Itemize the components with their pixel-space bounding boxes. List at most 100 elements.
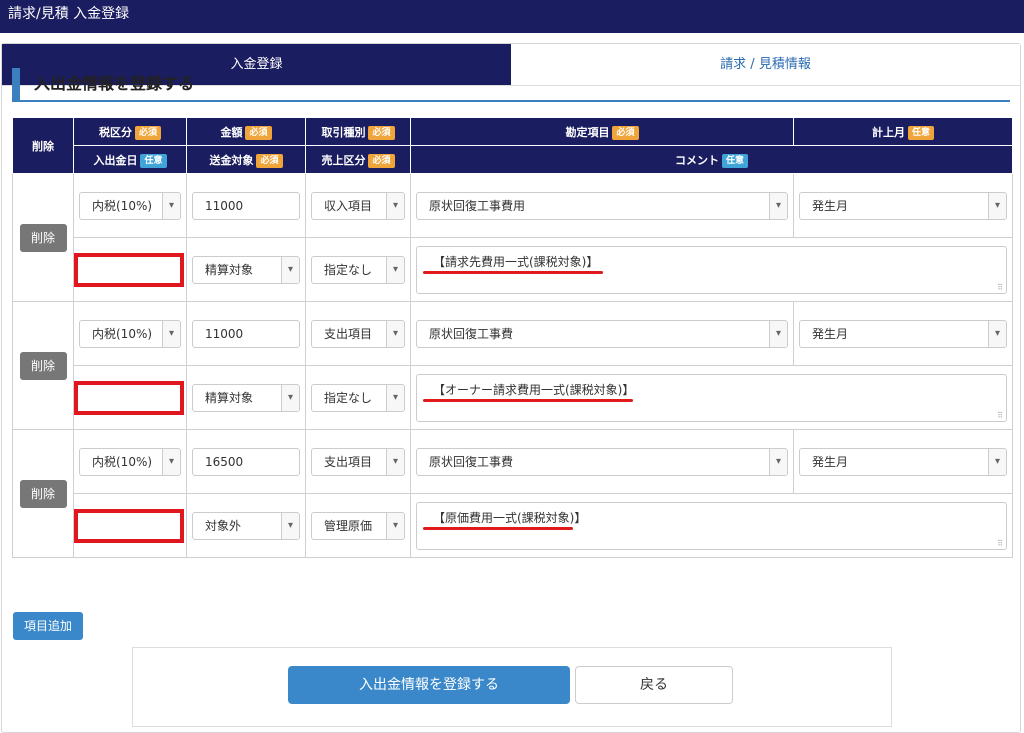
sales-class-value: 管理原価 [324,518,373,533]
transfer-select[interactable]: 対象外 ▾ [192,511,300,540]
resize-grip-icon[interactable]: ⠿ [997,283,1003,292]
account-select[interactable]: 原状回復工事費 ▾ [416,319,788,348]
trade-type-cell: 収入項目 ▾ [305,173,411,238]
account-select[interactable]: 原状回復工事費 ▾ [416,447,788,476]
required-badge: 必須 [612,125,639,140]
page-header: 請求/見積 入金登録 [0,0,1024,33]
sales-class-value: 指定なし [324,390,373,405]
comment-text: 【原価費用一式(課税対象)】 [433,510,587,525]
date-cell [73,493,187,558]
tax-select[interactable]: 内税(10%) ▾ [79,319,181,348]
resize-grip-icon[interactable]: ⠿ [997,411,1003,420]
required-badge: 必須 [368,125,395,140]
tax-select[interactable]: 内税(10%) ▾ [79,191,181,220]
sales-class-select[interactable]: 指定なし ▾ [311,255,405,284]
sales-class-cell: 管理原価 ▾ [305,493,411,558]
table-row: 精算対象 ▾ 指定なし ▾ 【請求先費用一式(課税対象)】 ⠿ [13,237,1013,302]
page-title: 請求/見積 入金登録 [8,6,130,22]
sales-class-select[interactable]: 指定なし ▾ [311,383,405,412]
account-cell: 原状回復工事費用 ▾ [410,173,794,238]
red-underline-annotation [423,398,633,402]
amount-cell: 16500 [186,429,306,494]
submit-button[interactable]: 入出金情報を登録する [288,666,570,704]
table-row: 対象外 ▾ 管理原価 ▾ 【原価費用一式(課税対象)】 ⠿ [13,493,1013,558]
section-title: 入出金情報を登録する [12,68,1010,102]
amount-cell: 11000 [186,173,306,238]
month-select[interactable]: 発生月 ▾ [799,191,1007,220]
header-row-1: 削除 税区分 必須 金額 必須 取引種別 必須 勘定項目 必須 計上月 任意 [12,117,1013,174]
entry-table: 削除 税区分 必須 金額 必須 取引種別 必須 勘定項目 必須 計上月 任意 入出金日 任意… [12,117,1013,558]
chevron-down-icon: ▾ [386,192,404,219]
comment-cell: 【原価費用一式(課税対象)】 ⠿ [410,493,1013,558]
required-badge: 必須 [245,125,272,140]
sales-class-cell: 指定なし ▾ [305,237,411,302]
required-badge: 必須 [368,153,395,168]
date-input-highlighted[interactable] [74,508,184,543]
chevron-down-icon: ▾ [281,256,299,283]
date-cell [73,237,187,302]
red-underline-annotation [423,526,573,530]
amount-cell: 11000 [186,301,306,366]
amount-input[interactable]: 16500 [192,447,300,476]
optional-badge: 任意 [140,153,167,168]
header-account: 勘定項目 必須 [410,117,794,146]
account-select[interactable]: 原状回復工事費用 ▾ [416,191,788,220]
comment-textarea[interactable]: 【請求先費用一式(課税対象)】 ⠿ [416,245,1007,294]
comment-text: 【オーナー請求費用一式(課税対象)】 [433,382,635,397]
transfer-select[interactable]: 精算対象 ▾ [192,383,300,412]
transfer-value: 精算対象 [205,390,254,405]
back-button[interactable]: 戻る [575,666,733,704]
sales-class-cell: 指定なし ▾ [305,365,411,430]
date-input-highlighted[interactable] [74,252,184,287]
amount-input[interactable]: 11000 [192,191,300,220]
month-select[interactable]: 発生月 ▾ [799,447,1007,476]
chevron-down-icon: ▾ [386,320,404,347]
month-value: 発生月 [812,198,849,213]
delete-button[interactable]: 削除 [19,351,67,380]
comment-cell: 【請求先費用一式(課税対象)】 ⠿ [410,237,1013,302]
trade-type-select[interactable]: 収入項目 ▾ [311,191,405,220]
trade-type-cell: 支出項目 ▾ [305,301,411,366]
month-select[interactable]: 発生月 ▾ [799,319,1007,348]
header-transfer: 送金対象 必須 [186,145,306,174]
delete-cell: 削除 [12,429,74,558]
tax-value: 内税(10%) [92,454,153,469]
transfer-cell: 精算対象 ▾ [186,365,306,430]
trade-type-select[interactable]: 支出項目 ▾ [311,319,405,348]
table-row: 削除 内税(10%) ▾ 16500 支出項目 ▾ 原状回復工事費 ▾ 発生月 ▾ [12,429,1013,558]
comment-textarea[interactable]: 【オーナー請求費用一式(課税対象)】 ⠿ [416,373,1007,422]
transfer-select[interactable]: 精算対象 ▾ [192,255,300,284]
trade-type-value: 支出項目 [324,326,373,341]
trade-type-select[interactable]: 支出項目 ▾ [311,447,405,476]
amount-input[interactable]: 11000 [192,319,300,348]
date-input-highlighted[interactable] [74,380,184,415]
optional-badge: 任意 [907,125,934,140]
chevron-down-icon: ▾ [769,448,787,475]
tax-value: 内税(10%) [92,326,153,341]
delete-button[interactable]: 削除 [19,479,67,508]
required-badge: 必須 [134,125,161,140]
header-trade-type: 取引種別 必須 [305,117,411,146]
add-item-button[interactable]: 項目追加 [13,612,83,640]
month-cell: 発生月 ▾ [793,173,1013,238]
tax-cell: 内税(10%) ▾ [73,429,187,494]
required-badge: 必須 [256,153,283,168]
red-underline-annotation [423,270,603,274]
chevron-down-icon: ▾ [281,384,299,411]
table-row: 削除 内税(10%) ▾ 11000 支出項目 ▾ 原状回復工事費 ▾ 発生月 ▾ [12,301,1013,430]
optional-badge: 任意 [721,153,748,168]
comment-textarea[interactable]: 【原価費用一式(課税対象)】 ⠿ [416,501,1007,550]
tax-value: 内税(10%) [92,198,153,213]
transfer-value: 精算対象 [205,262,254,277]
delete-cell: 削除 [12,301,74,430]
tax-select[interactable]: 内税(10%) ▾ [79,447,181,476]
header-row-2: 入出金日 任意 送金対象 必須 売上区分 必須 コメント 任意 [13,145,1013,174]
resize-grip-icon[interactable]: ⠿ [997,539,1003,548]
sales-class-select[interactable]: 管理原価 ▾ [311,511,405,540]
delete-button[interactable]: 削除 [19,223,67,252]
chevron-down-icon: ▾ [386,512,404,539]
trade-type-value: 収入項目 [324,198,373,213]
chevron-down-icon: ▾ [386,384,404,411]
account-cell: 原状回復工事費 ▾ [410,429,794,494]
chevron-down-icon: ▾ [281,512,299,539]
